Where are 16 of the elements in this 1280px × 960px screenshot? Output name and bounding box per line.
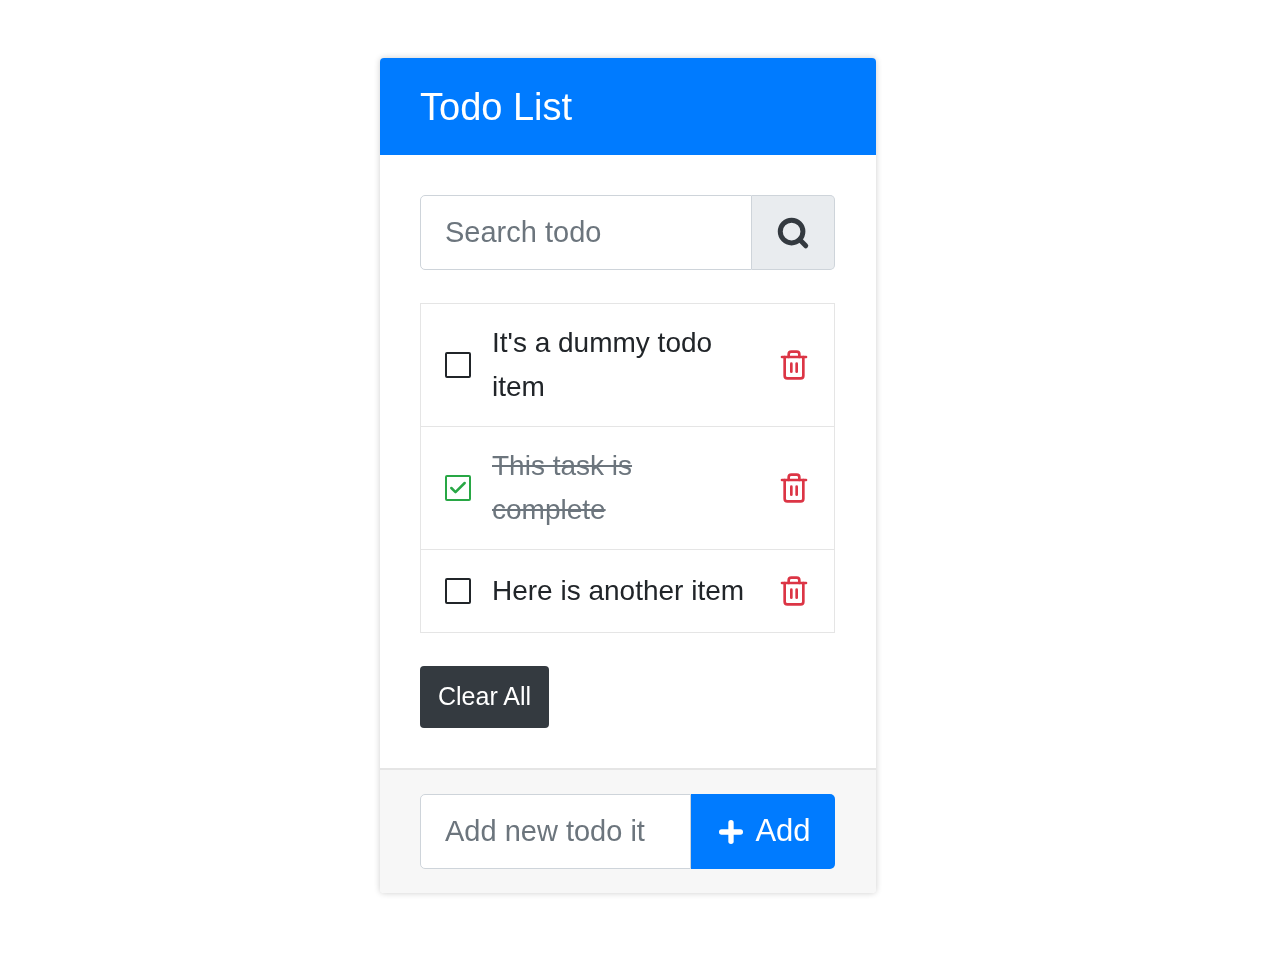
- search-button[interactable]: [752, 195, 835, 270]
- search-field[interactable]: Search todo: [420, 195, 752, 270]
- todo-text: Here is another item: [492, 574, 746, 608]
- search-icon: [776, 215, 810, 250]
- todo-text: It's a dummy todo item: [492, 326, 714, 404]
- clear-all-button[interactable]: Clear All: [420, 666, 550, 728]
- checkbox[interactable]: [445, 475, 471, 501]
- trash-icon[interactable]: [778, 575, 810, 607]
- trash-icon[interactable]: [778, 349, 810, 381]
- add-todo-field[interactable]: Add new todo it: [420, 794, 691, 869]
- checkbox[interactable]: [445, 352, 471, 378]
- card-title: Todo List: [420, 87, 573, 126]
- todo-text: This task is complete: [492, 449, 634, 527]
- add-button[interactable]: Add: [691, 794, 835, 869]
- trash-icon[interactable]: [778, 472, 810, 504]
- checkbox[interactable]: [445, 578, 471, 604]
